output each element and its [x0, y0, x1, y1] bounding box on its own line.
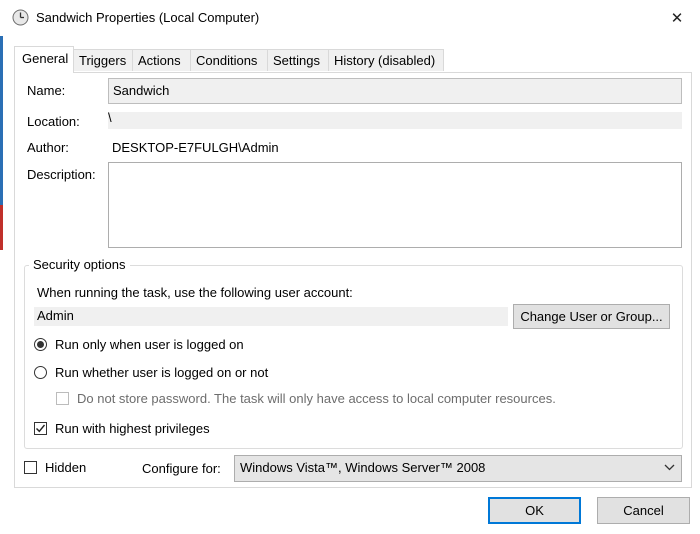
close-button[interactable]: ✕	[654, 0, 700, 36]
radio-whether-logged-on-label: Run whether user is logged on or not	[55, 365, 269, 380]
configure-for-select[interactable]: Windows Vista™, Windows Server™ 2008	[234, 455, 682, 482]
hidden-checkbox[interactable]	[24, 461, 37, 474]
chevron-down-icon	[664, 464, 675, 471]
account-prompt: When running the task, use the following…	[37, 285, 353, 300]
change-user-button[interactable]: Change User or Group...	[513, 304, 670, 329]
location-value: \	[108, 110, 112, 125]
no-store-password-checkbox[interactable]	[56, 392, 69, 405]
radio-whether-logged-on[interactable]	[34, 366, 47, 379]
radio-logged-on[interactable]	[34, 338, 47, 351]
radio-selected-dot	[37, 341, 44, 348]
user-account-value: Admin	[37, 308, 74, 323]
title-bar: Sandwich Properties (Local Computer) ✕	[0, 0, 700, 36]
name-field[interactable]: Sandwich	[108, 78, 682, 104]
background-window-edge-red	[0, 205, 3, 250]
tab-history[interactable]: History (disabled)	[328, 49, 444, 71]
tab-general[interactable]: General	[14, 46, 74, 73]
tab-conditions[interactable]: Conditions	[190, 49, 268, 71]
author-value: DESKTOP-E7FULGH\Admin	[112, 140, 279, 155]
description-field[interactable]	[108, 162, 682, 248]
author-label: Author:	[27, 140, 69, 155]
tab-actions[interactable]: Actions	[132, 49, 191, 71]
configure-for-value: Windows Vista™, Windows Server™ 2008	[240, 460, 486, 475]
tab-triggers[interactable]: Triggers	[73, 49, 133, 71]
close-icon: ✕	[670, 10, 684, 27]
configure-for-label: Configure for:	[142, 461, 221, 476]
cancel-button[interactable]: Cancel	[597, 497, 690, 524]
highest-privileges-label: Run with highest privileges	[55, 421, 210, 436]
location-field: \	[108, 110, 682, 129]
no-store-password-label: Do not store password. The task will onl…	[77, 391, 556, 406]
ok-button[interactable]: OK	[488, 497, 581, 524]
name-label: Name:	[27, 83, 66, 98]
checkmark-icon	[36, 424, 46, 433]
highest-privileges-checkbox[interactable]	[34, 422, 47, 435]
clock-icon	[12, 9, 29, 26]
window-title: Sandwich Properties (Local Computer)	[36, 10, 260, 25]
tab-settings[interactable]: Settings	[267, 49, 329, 71]
description-label: Description:	[27, 167, 96, 182]
tab-strip: General Triggers Actions Conditions Sett…	[14, 46, 444, 73]
radio-logged-on-label: Run only when user is logged on	[55, 337, 244, 352]
security-options-legend: Security options	[29, 257, 130, 272]
user-account-field: Admin	[34, 307, 508, 326]
hidden-label: Hidden	[45, 460, 87, 475]
location-label: Location:	[27, 114, 80, 129]
